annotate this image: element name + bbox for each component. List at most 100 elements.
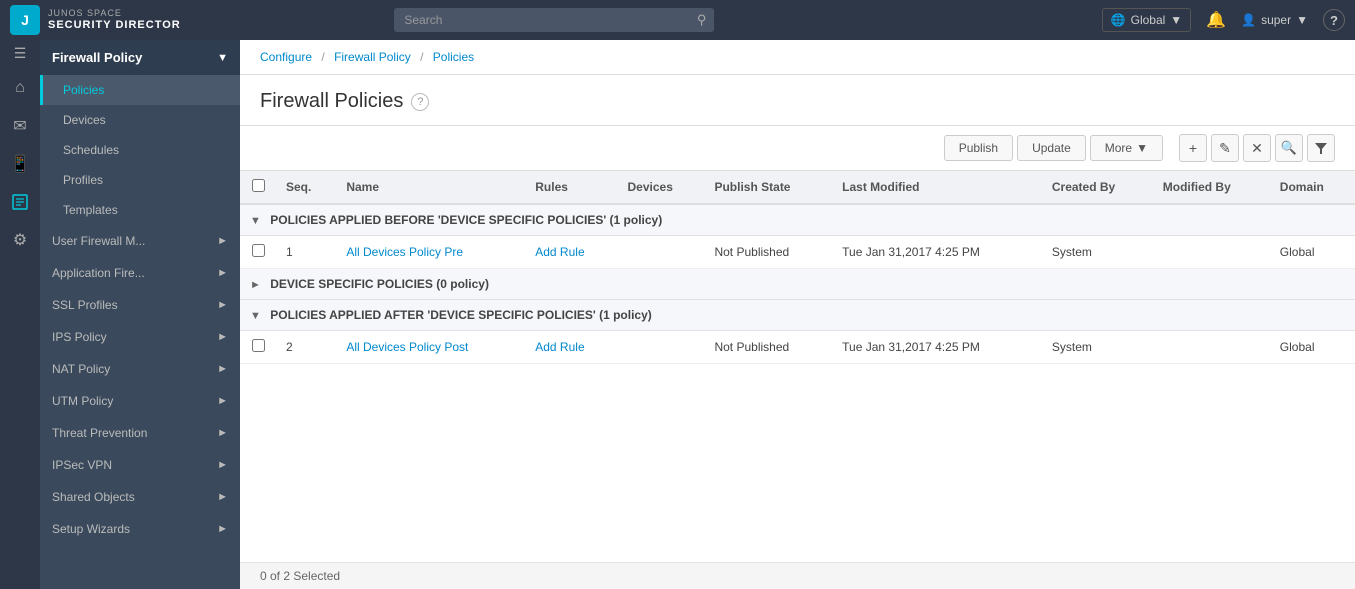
page-help-icon[interactable]: ? [411,93,429,111]
page-title: Firewall Policies ? [260,90,1335,113]
delete-button[interactable]: ✕ [1243,134,1271,162]
group2-collapse-icon[interactable]: ► [250,279,261,291]
row2-created-by: System [1042,331,1153,364]
row2-checkbox-cell [240,331,276,364]
sidebar-item-application-fire[interactable]: Application Fire... ► [40,257,240,289]
breadcrumb-configure[interactable]: Configure [260,50,312,64]
sidebar-icon-home[interactable]: ⌂ [2,70,38,106]
row1-modified-by [1153,236,1270,269]
breadcrumb-sep1: / [321,50,324,64]
sidebar-item-threat-prevention[interactable]: Threat Prevention ► [40,417,240,449]
row2-name-link[interactable]: All Devices Policy Post [346,340,468,354]
breadcrumb: Configure / Firewall Policy / Policies [240,40,1355,75]
edit-button[interactable]: ✎ [1211,134,1239,162]
logo-bottom: SECURITY DIRECTOR [48,19,181,32]
row1-name: All Devices Policy Pre [336,236,525,269]
group3-collapse-icon[interactable]: ▼ [250,310,261,322]
col-seq: Seq. [276,171,336,204]
content-area: Configure / Firewall Policy / Policies F… [240,40,1355,589]
sidebar-item-schedules[interactable]: Schedules [40,135,240,165]
page-header: Firewall Policies ? [240,75,1355,126]
user-selector[interactable]: 👤 super ▼ [1241,13,1308,27]
notification-icon[interactable]: 🔔 [1206,10,1226,30]
setup-wizards-arrow: ► [217,523,228,535]
sidebar-item-ssl-profiles[interactable]: SSL Profiles ► [40,289,240,321]
row2-name: All Devices Policy Post [336,331,525,364]
nav-sidebar: Firewall Policy ▼ Policies Devices Sched… [40,40,240,589]
update-button[interactable]: Update [1017,135,1086,161]
col-domain: Domain [1270,171,1355,204]
sidebar-item-ips-policy[interactable]: IPS Policy ► [40,321,240,353]
sidebar-item-policies[interactable]: Policies [40,75,240,105]
group1-collapse-icon[interactable]: ▼ [250,215,261,227]
chevron-down-icon: ▼ [1170,13,1182,27]
table-header: Seq. Name Rules Devices Publish State La… [240,171,1355,204]
filter-button[interactable] [1307,134,1335,162]
row1-checkbox[interactable] [252,244,265,257]
col-modified-by: Modified By [1153,171,1270,204]
add-button[interactable]: + [1179,134,1207,162]
row2-devices [618,331,705,364]
firewall-policy-header[interactable]: Firewall Policy ▼ [40,40,240,75]
topbar: J JUNOS SPACE SECURITY DIRECTOR ⚲ 🌐 Glob… [0,0,1355,40]
nat-policy-arrow: ► [217,363,228,375]
col-checkbox [240,171,276,204]
table-row: 1 All Devices Policy Pre Add Rule Not Pu… [240,236,1355,269]
group-row-1: ▼ POLICIES APPLIED BEFORE 'DEVICE SPECIF… [240,204,1355,236]
selected-count: 0 of 2 Selected [260,569,340,583]
firewall-policy-arrow: ▼ [217,52,228,64]
sidebar-icon-settings[interactable]: ⚙ [2,222,38,258]
sidebar-item-templates[interactable]: Templates [40,195,240,225]
sidebar-item-setup-wizards[interactable]: Setup Wizards ► [40,513,240,545]
sidebar-item-user-firewall[interactable]: User Firewall M... ► [40,225,240,257]
sidebar-icon-policy[interactable] [2,184,38,220]
row2-last-modified: Tue Jan 31,2017 4:25 PM [832,331,1042,364]
row2-seq: 2 [276,331,336,364]
threat-prevention-arrow: ► [217,427,228,439]
row2-modified-by [1153,331,1270,364]
search-action-button[interactable]: 🔍 [1275,134,1303,162]
group-row-2: ► DEVICE SPECIFIC POLICIES (0 policy) [240,269,1355,300]
select-all-checkbox[interactable] [252,179,265,192]
row2-add-rule[interactable]: Add Rule [535,340,584,354]
sidebar-item-shared-objects[interactable]: Shared Objects ► [40,481,240,513]
sidebar-item-nat-policy[interactable]: NAT Policy ► [40,353,240,385]
sidebar-item-utm-policy[interactable]: UTM Policy ► [40,385,240,417]
ssl-profiles-arrow: ► [217,299,228,311]
row1-publish-state: Not Published [704,236,832,269]
sidebar-icon-mail[interactable]: ✉ [2,108,38,144]
sidebar-item-devices[interactable]: Devices [40,105,240,135]
help-button[interactable]: ? [1323,9,1345,31]
col-last-modified: Last Modified [832,171,1042,204]
row2-publish-state: Not Published [704,331,832,364]
user-chevron-icon: ▼ [1296,13,1308,27]
row1-checkbox-cell [240,236,276,269]
group-row-3: ▼ POLICIES APPLIED AFTER 'DEVICE SPECIFI… [240,300,1355,331]
col-publish-state: Publish State [704,171,832,204]
user-firewall-arrow: ► [217,235,228,247]
sidebar-icon-device[interactable]: 📱 [2,146,38,182]
group3-label: POLICIES APPLIED AFTER 'DEVICE SPECIFIC … [270,308,652,322]
search-input[interactable] [394,8,714,32]
sidebar-item-profiles[interactable]: Profiles [40,165,240,195]
ipsec-vpn-arrow: ► [217,459,228,471]
row2-checkbox[interactable] [252,339,265,352]
publish-button[interactable]: Publish [944,135,1013,161]
breadcrumb-sep2: / [420,50,423,64]
user-label: super [1261,13,1291,27]
global-label: Global [1131,13,1166,27]
col-created-by: Created By [1042,171,1153,204]
search-container: ⚲ [394,8,714,32]
app-logo: J JUNOS SPACE SECURITY DIRECTOR [10,5,181,35]
logo-icon: J [10,5,40,35]
hamburger-menu[interactable]: ☰ [14,45,27,62]
breadcrumb-firewall-policy[interactable]: Firewall Policy [334,50,411,64]
col-rules: Rules [525,171,617,204]
row1-add-rule[interactable]: Add Rule [535,245,584,259]
row1-seq: 1 [276,236,336,269]
more-button[interactable]: More ▼ [1090,135,1163,161]
sidebar-item-ipsec-vpn[interactable]: IPSec VPN ► [40,449,240,481]
global-selector[interactable]: 🌐 Global ▼ [1102,8,1192,32]
row1-domain: Global [1270,236,1355,269]
row1-name-link[interactable]: All Devices Policy Pre [346,245,463,259]
